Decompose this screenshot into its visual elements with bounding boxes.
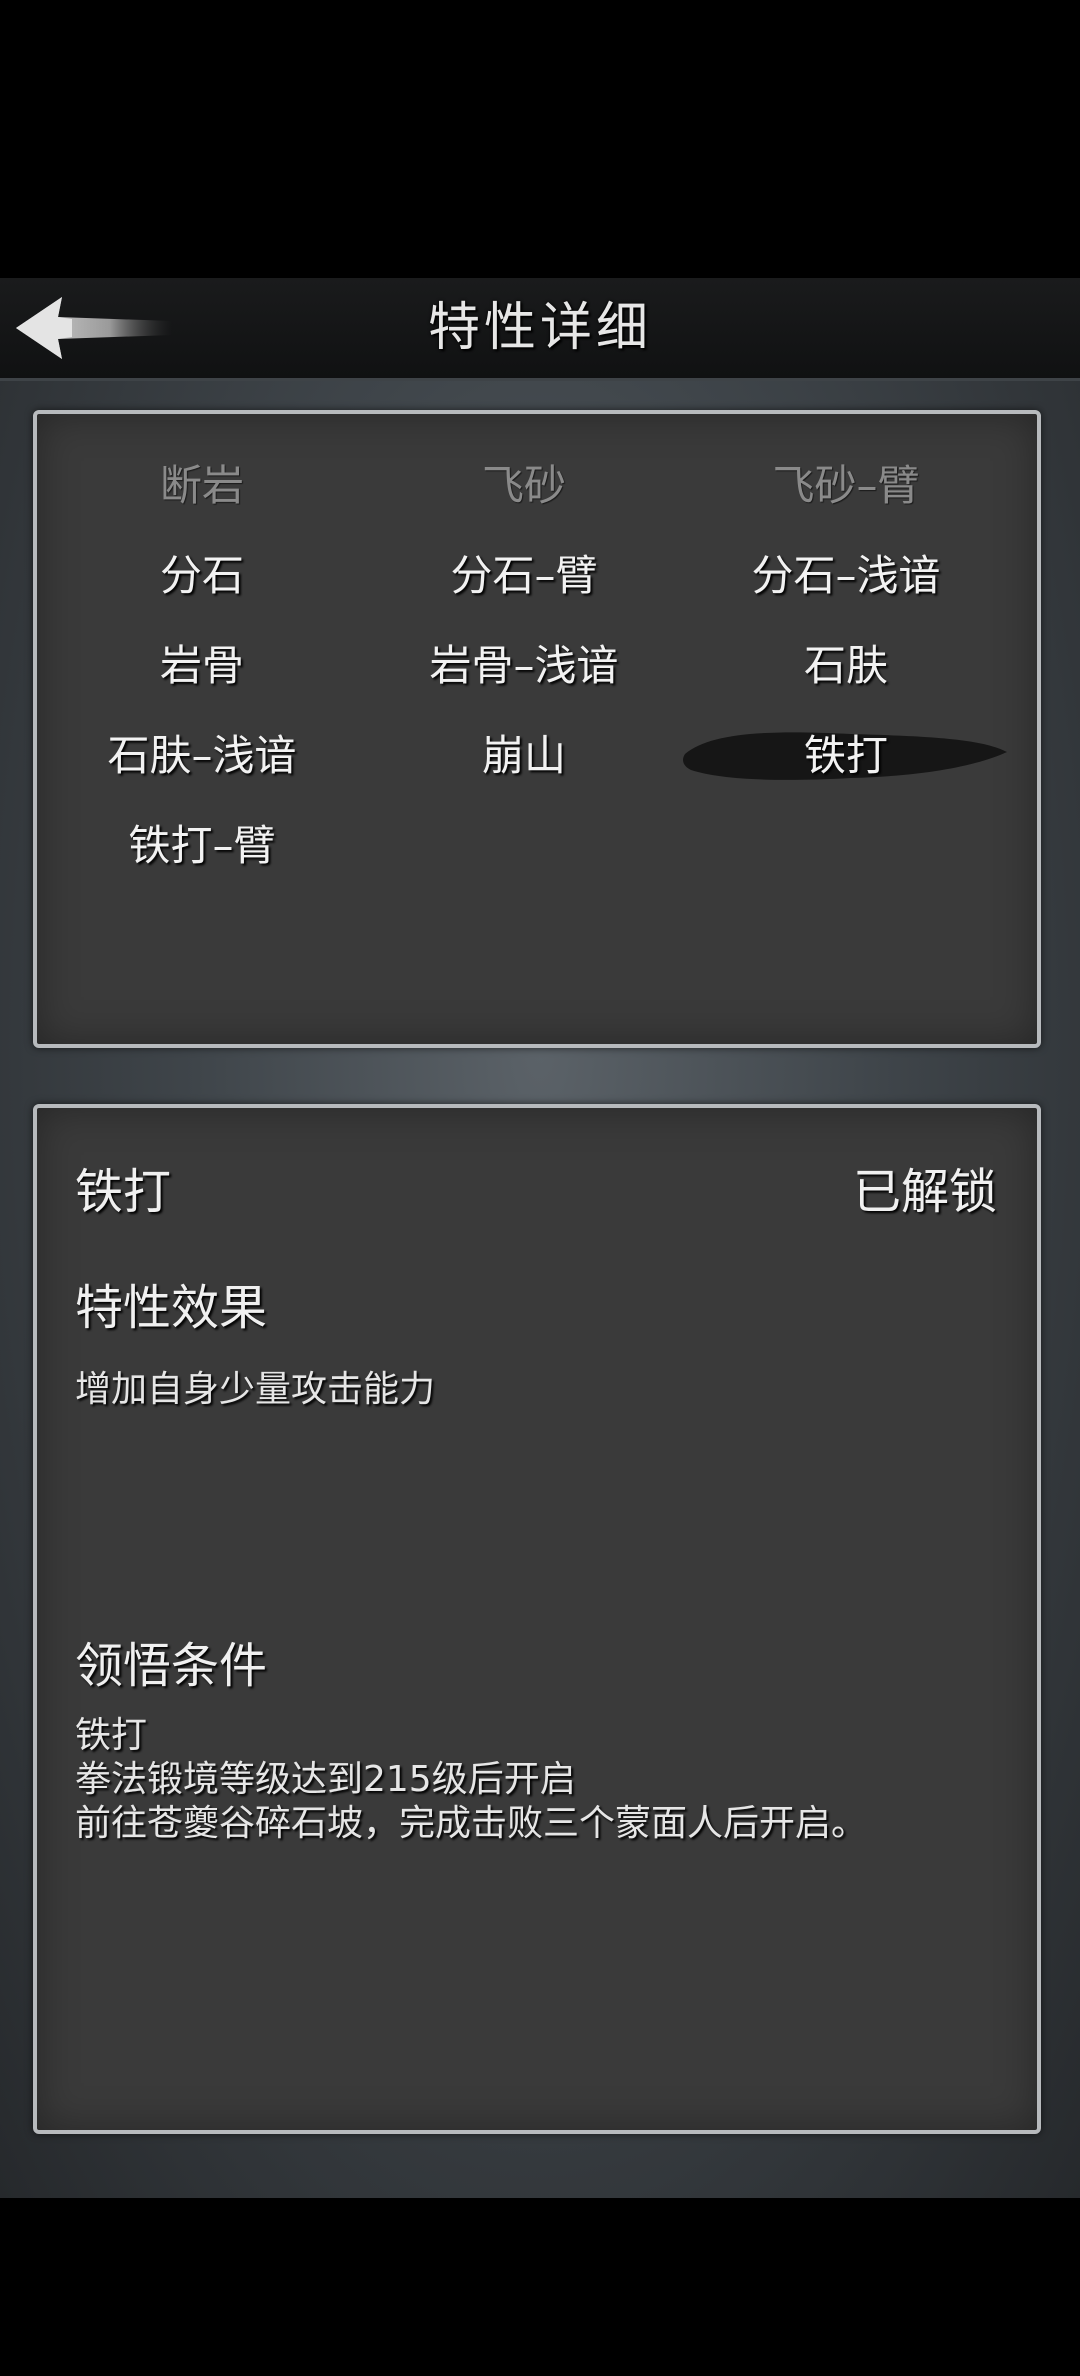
- trait-label: 分石: [159, 551, 244, 600]
- trait-label: 断岩: [159, 461, 244, 510]
- trait-detail-screen: 特性详细 断岩 飞砂 飞砂–臂分石 分石–臂 分石–浅谙岩骨 岩骨–浅谙 石肤石肤–浅谙 崩山…: [0, 278, 1080, 2198]
- trait-item[interactable]: 崩山: [359, 716, 689, 796]
- trait-label: 铁打–臂: [128, 821, 276, 870]
- trait-label: 石肤–浅谙: [107, 731, 297, 780]
- trait-label: 分石–臂: [450, 551, 598, 600]
- condition-list: 铁打 拳法锻境等级达到215级后开启 前往苍夔谷碎石坡，完成击败三个蒙面人后开启…: [75, 1714, 995, 1846]
- trait-item[interactable]: 石肤–浅谙: [37, 716, 367, 796]
- trait-item[interactable]: 岩骨: [37, 626, 367, 706]
- trait-label: 铁打: [803, 731, 888, 780]
- trait-item[interactable]: 岩骨–浅谙: [359, 626, 689, 706]
- condition-heading: 领悟条件: [75, 1638, 268, 1694]
- unlock-status: 已解锁: [852, 1164, 997, 1220]
- trait-label: 岩骨–浅谙: [429, 641, 619, 690]
- trait-item[interactable]: 分石: [37, 536, 367, 616]
- trait-label: 飞砂–臂: [772, 461, 920, 510]
- trait-item[interactable]: 石肤: [681, 626, 1011, 706]
- trait-item[interactable]: 断岩: [37, 446, 367, 526]
- trait-item[interactable]: 铁打: [681, 716, 1011, 796]
- trait-label: 崩山: [481, 731, 566, 780]
- trait-label: 岩骨: [159, 641, 244, 690]
- trait-item[interactable]: 分石–浅谙: [681, 536, 1011, 616]
- trait-item[interactable]: 分石–臂: [359, 536, 689, 616]
- trait-label: 分石–浅谙: [751, 551, 941, 600]
- condition-line: 铁打: [75, 1715, 148, 1756]
- effect-heading: 特性效果: [75, 1280, 268, 1336]
- trait-item[interactable]: 飞砂: [359, 446, 689, 526]
- trait-label: 飞砂: [481, 461, 566, 510]
- header-bar: 特性详细: [0, 278, 1080, 381]
- condition-line: 前往苍夔谷碎石坡，完成击败三个蒙面人后开启。: [75, 1803, 868, 1844]
- screen: 特性详细 断岩 飞砂 飞砂–臂分石 分石–臂 分石–浅谙岩骨 岩骨–浅谙 石肤石肤–浅谙 崩山…: [0, 0, 1080, 2376]
- trait-label: 石肤: [803, 641, 888, 690]
- trait-list-panel: 断岩 飞砂 飞砂–臂分石 分石–臂 分石–浅谙岩骨 岩骨–浅谙 石肤石肤–浅谙 崩山 铁打铁打–…: [33, 410, 1041, 1048]
- trait-item[interactable]: 铁打–臂: [37, 806, 367, 886]
- effect-description: 增加自身少量攻击能力: [75, 1369, 436, 1410]
- page-title: 特性详细: [427, 298, 652, 358]
- condition-line: 拳法锻境等级达到215级后开启: [75, 1759, 576, 1800]
- trait-item[interactable]: 飞砂–臂: [681, 446, 1011, 526]
- trait-name: 铁打: [75, 1164, 172, 1220]
- trait-detail-panel: 铁打 已解锁 特性效果 增加自身少量攻击能力 领悟条件 铁打 拳法锻境等级达到2…: [33, 1104, 1041, 2134]
